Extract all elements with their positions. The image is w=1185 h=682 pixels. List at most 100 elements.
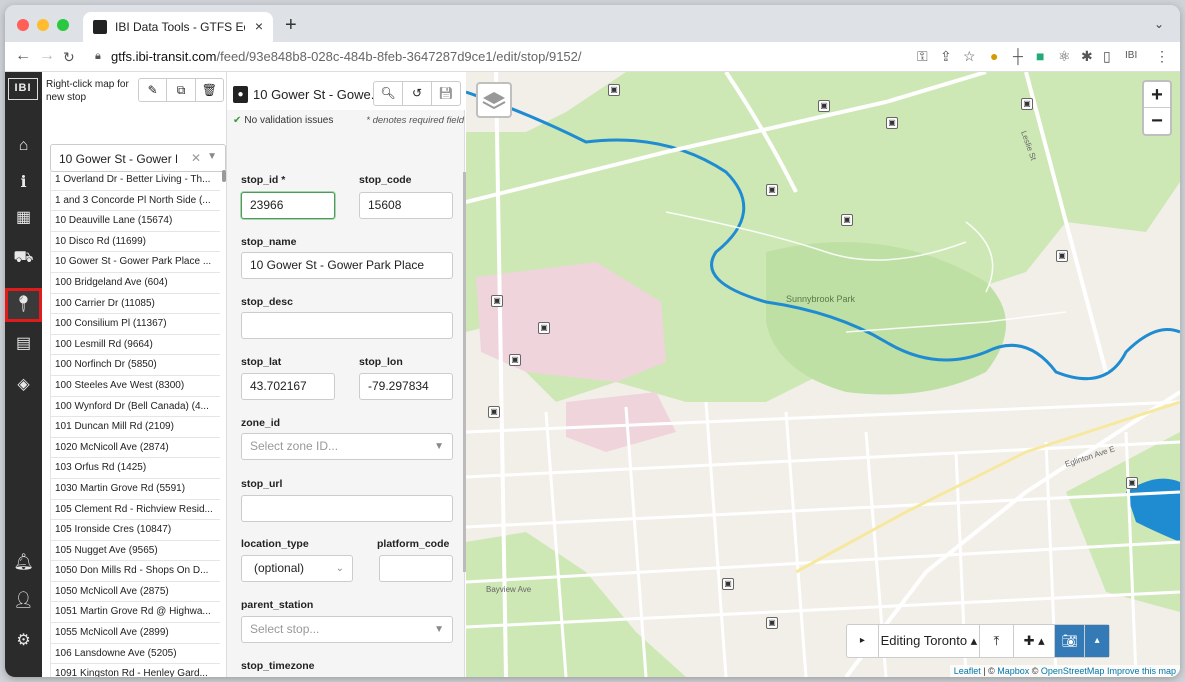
- stop-list-item[interactable]: 101 Duncan Mill Rd (2109): [50, 417, 220, 438]
- bus-stop-marker[interactable]: ▣: [766, 617, 778, 629]
- new-tab-button[interactable]: +: [285, 14, 297, 37]
- zoom-to-stop-search-icon[interactable]: 🔍︎: [374, 82, 403, 105]
- forward-arrow-icon[interactable]: →: [39, 47, 55, 65]
- bell-icon[interactable]: 🔔︎: [5, 546, 42, 580]
- stop-list-item[interactable]: 105 Nugget Ave (9565): [50, 540, 220, 562]
- camera-icon[interactable]: 📷︎: [1055, 625, 1086, 657]
- extension-emoji-icon[interactable]: ●: [990, 48, 998, 64]
- stop-list-item[interactable]: 100 Wynford Dr (Bell Canada) (4...: [50, 396, 220, 418]
- location-type-select[interactable]: (optional) ⌄: [241, 555, 353, 582]
- minimize-window-button[interactable]: [37, 19, 49, 31]
- bus-stop-marker[interactable]: ▣: [608, 84, 620, 96]
- info-icon[interactable]: i: [5, 165, 42, 199]
- bus-stop-marker[interactable]: ▣: [538, 322, 550, 334]
- clear-selection-icon[interactable]: ✕: [191, 151, 201, 165]
- stop-list-item[interactable]: 1055 McNicoll Ave (2899): [50, 623, 220, 644]
- stop-lon-field[interactable]: -79.297834: [359, 373, 453, 400]
- stop-list-item[interactable]: 100 Steeles Ave West (8300): [50, 375, 220, 397]
- stop-list-item[interactable]: 1091 Kingston Rd - Henley Gard...: [50, 664, 220, 677]
- zoom-in-button[interactable]: +: [1144, 82, 1170, 108]
- maximize-window-button[interactable]: [57, 19, 69, 31]
- stop-list-item[interactable]: 1020 McNicoll Ave (2874): [50, 437, 220, 459]
- stop-list-item[interactable]: 1030 Martin Grove Rd (5591): [50, 478, 220, 500]
- bus-stop-marker[interactable]: ▣: [491, 295, 503, 307]
- platform-code-field[interactable]: [379, 555, 453, 582]
- stop-desc-field[interactable]: [241, 312, 453, 339]
- stop-list-item[interactable]: 105 Clement Rd - Richview Resid...: [50, 499, 220, 521]
- profile-ibi-icon[interactable]: IBI: [1125, 50, 1137, 61]
- stop-list-item[interactable]: 100 Norfinch Dr (5850): [50, 355, 220, 376]
- delete-trash-icon[interactable]: 🗑︎: [196, 79, 223, 101]
- bus-stop-marker[interactable]: ▣: [1021, 98, 1033, 110]
- bus-stop-marker[interactable]: ▣: [766, 184, 778, 196]
- chevron-down-icon[interactable]: ▼: [207, 151, 217, 162]
- extensions-puzzle-icon[interactable]: ✱: [1081, 48, 1093, 65]
- stop-list-item[interactable]: 105 Ironside Cres (10847): [50, 520, 220, 541]
- stop-url-field[interactable]: [241, 495, 453, 522]
- user-icon[interactable]: 👤︎: [5, 584, 42, 618]
- stop-list-item[interactable]: 1 Overland Dr - Better Living - Th...: [50, 170, 220, 191]
- stop-lat-field[interactable]: 43.702167: [241, 373, 335, 400]
- bus-stop-marker[interactable]: ▣: [722, 578, 734, 590]
- stop-list-item[interactable]: 100 Consilium Pl (11367): [50, 314, 220, 335]
- stop-list-item[interactable]: 10 Disco Rd (11699): [50, 231, 220, 253]
- reload-icon[interactable]: ↻: [63, 49, 75, 66]
- stop-pin-icon[interactable]: 📍︎: [5, 288, 42, 322]
- stop-list-scrollbar[interactable]: [222, 170, 226, 182]
- bus-stop-marker[interactable]: ▣: [509, 354, 521, 366]
- bus-stop-marker[interactable]: ▣: [1126, 477, 1138, 489]
- extension-crosshair-icon[interactable]: ┼: [1013, 48, 1023, 64]
- browser-tab[interactable]: IBI Data Tools - GTFS Editor - ×: [83, 12, 273, 42]
- stop-list-item[interactable]: 100 Lesmill Rd (9664): [50, 334, 220, 356]
- zoom-out-button[interactable]: −: [1144, 108, 1170, 134]
- osm-link[interactable]: OpenStreetMap: [1041, 666, 1105, 676]
- leaflet-link[interactable]: Leaflet: [954, 666, 981, 676]
- bus-stop-marker[interactable]: ▣: [1056, 250, 1068, 262]
- close-window-button[interactable]: [17, 19, 29, 31]
- stop-select[interactable]: 10 Gower St - Gower P... ✕ ▼: [50, 144, 226, 172]
- tab-search-chevron-icon[interactable]: ⌄: [1154, 17, 1164, 31]
- gear-icon[interactable]: ⚙: [5, 624, 42, 658]
- stop-list-item[interactable]: 10 Deauville Lane (15674): [50, 211, 220, 232]
- zone-id-select[interactable]: Select zone ID... ▼: [241, 433, 453, 460]
- bus-icon[interactable]: ⛟: [5, 241, 42, 275]
- bus-stop-marker[interactable]: ▣: [488, 406, 500, 418]
- mapbox-link[interactable]: Mapbox: [997, 666, 1029, 676]
- map-layers-button[interactable]: [476, 82, 512, 118]
- fare-tag-icon[interactable]: ◈: [5, 368, 42, 402]
- extension-react-icon[interactable]: ⚛: [1058, 48, 1071, 65]
- stop-list-item[interactable]: 100 Bridgeland Ave (604): [50, 272, 220, 294]
- bus-stop-marker[interactable]: ▣: [886, 117, 898, 129]
- home-icon[interactable]: ⌂: [5, 129, 42, 163]
- ibi-logo[interactable]: IBI: [8, 78, 38, 100]
- bus-stop-marker[interactable]: ▣: [818, 100, 830, 112]
- improve-map-link[interactable]: Improve this map: [1107, 666, 1176, 676]
- share-icon[interactable]: ⇪: [940, 48, 952, 65]
- save-icon[interactable]: 💾︎: [432, 82, 460, 105]
- browser-menu-icon[interactable]: ⋮: [1155, 48, 1169, 65]
- stop-list-item[interactable]: 1051 Martin Grove Rd @ Highwa...: [50, 602, 220, 624]
- extension-app-icon[interactable]: ■: [1036, 48, 1044, 64]
- bus-stop-marker[interactable]: ▣: [841, 214, 853, 226]
- stop-list-item[interactable]: 1 and 3 Concorde Pl North Side (...: [50, 190, 220, 212]
- stop-list-item[interactable]: 1050 Don Mills Rd - Shops On D...: [50, 561, 220, 582]
- sidebar-icon[interactable]: ▯: [1103, 48, 1111, 65]
- add-dropdown-button[interactable]: ✚ ▴: [1014, 625, 1056, 657]
- address-bar[interactable]: 🔒︎ gtfs.ibi-transit.com/feed/93e848b8-02…: [89, 45, 909, 69]
- stop-list-item[interactable]: 103 Orfus Rd (1425): [50, 458, 220, 479]
- stop-id-field[interactable]: 23966: [241, 192, 335, 219]
- stop-list-item[interactable]: 1050 McNicoll Ave (2875): [50, 581, 220, 603]
- undo-icon[interactable]: ↺: [403, 82, 432, 105]
- edit-pencil-icon[interactable]: ✎: [139, 79, 168, 101]
- stop-list-item[interactable]: 10 Gower St - Gower Park Place ...: [50, 252, 220, 273]
- building-grid-icon[interactable]: ▦: [5, 201, 42, 235]
- calendar-icon[interactable]: ▤: [5, 327, 42, 361]
- stop-list-item[interactable]: 100 Carrier Dr (11085): [50, 293, 220, 315]
- bookmark-star-icon[interactable]: ☆: [963, 48, 976, 65]
- camera-dropdown-caret-icon[interactable]: ▴: [1085, 625, 1110, 657]
- key-icon[interactable]: ⚿: [917, 48, 928, 65]
- parent-station-select[interactable]: Select stop... ▼: [241, 616, 453, 643]
- editing-region-button[interactable]: Editing Toronto ▴: [879, 625, 980, 657]
- expand-caret-icon[interactable]: ▸: [847, 625, 879, 657]
- stop-code-field[interactable]: 15608: [359, 192, 453, 219]
